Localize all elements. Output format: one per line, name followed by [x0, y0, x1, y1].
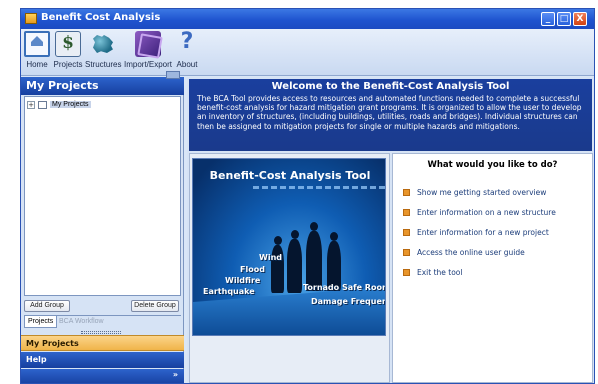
actions-panel: What would you like to do? Show me getti… — [392, 153, 593, 383]
app-window: Benefit Cost Analysis _ □ X Home Project… — [20, 8, 595, 384]
folder-icon — [38, 100, 47, 109]
delete-group-button[interactable]: Delete Group — [131, 300, 179, 312]
toolbar-structures-label: Structures — [85, 60, 122, 69]
left-pane-title: My Projects — [26, 79, 99, 92]
tab-bca-workflow[interactable]: BCA Workflow — [56, 316, 107, 328]
action-getting-started[interactable]: Show me getting started overview — [403, 186, 546, 198]
bullet-icon — [403, 248, 410, 256]
hazard-wind: Wind — [259, 253, 282, 262]
nav-my-projects[interactable]: My Projects — [21, 335, 184, 351]
action-user-guide[interactable]: Access the online user guide — [403, 246, 525, 258]
tree-expand-icon[interactable]: + — [27, 100, 35, 109]
splitter-grip[interactable] — [81, 331, 121, 334]
main-toolbar: Home Projects Structures Import/Export A… — [21, 29, 594, 76]
window-title: Benefit Cost Analysis — [41, 12, 161, 23]
nav-help[interactable]: Help — [21, 352, 184, 368]
toolbar-projects-label: Projects — [53, 60, 83, 69]
action-new-structure[interactable]: Enter information on a new structure — [403, 206, 556, 218]
projects-icon — [55, 31, 81, 57]
tab-projects[interactable]: Projects — [24, 316, 58, 328]
action-label[interactable]: Access the online user guide — [417, 248, 525, 257]
person-silhouette — [306, 222, 322, 291]
toolbar-about-button[interactable]: About — [174, 29, 200, 73]
tree-node-label[interactable]: My Projects — [50, 101, 91, 108]
toolbar-import-export-button[interactable]: Import/Export — [124, 31, 172, 73]
welcome-body: The BCA Tool provides access to resource… — [197, 94, 582, 131]
welcome-banner: Welcome to the Benefit-Cost Analysis Too… — [189, 79, 592, 151]
bullet-icon — [403, 188, 410, 196]
project-tree[interactable]: + My Projects — [24, 96, 181, 296]
action-label[interactable]: Enter information for a new project — [417, 228, 549, 237]
hazard-wildfire: Wildfire — [225, 276, 261, 285]
welcome-title: Welcome to the Benefit-Cost Analysis Too… — [271, 81, 510, 92]
hero-title: Benefit-Cost Analysis Tool — [209, 169, 371, 182]
home-icon — [24, 31, 50, 57]
close-icon: X — [576, 14, 584, 24]
bullet-icon — [403, 228, 410, 236]
toolbar-about-label: About — [176, 60, 198, 69]
pin-icon[interactable] — [166, 71, 180, 79]
action-label[interactable]: Show me getting started overview — [417, 188, 546, 197]
main-content: Welcome to the Benefit-Cost Analysis Too… — [187, 77, 594, 383]
title-bar[interactable]: Benefit Cost Analysis _ □ X — [21, 9, 594, 29]
action-exit-tool[interactable]: Exit the tool — [403, 266, 462, 278]
maximize-icon: □ — [559, 14, 569, 24]
toolbar-structures-button[interactable]: Structures — [85, 31, 121, 73]
hazard-flood: Flood — [240, 265, 265, 274]
close-button[interactable]: X — [573, 12, 587, 26]
person-silhouette — [287, 230, 302, 293]
tree-node-my-projects[interactable]: + My Projects — [27, 99, 91, 110]
left-pane: My Projects + My Projects Add Group Dele… — [21, 71, 184, 383]
nav-footer[interactable]: » — [21, 369, 184, 383]
hazard-damage-frequency: Damage Frequency — [311, 297, 385, 306]
hazard-tornado-safe-room: Tornado Safe Room — [303, 283, 386, 292]
left-pane-tabs: Projects BCA Workflow — [24, 315, 181, 328]
hero-panel: Benefit-Cost Analysis Tool Wind Flood Wi… — [189, 153, 390, 383]
import-export-icon — [135, 31, 161, 57]
hero-image: Benefit-Cost Analysis Tool Wind Flood Wi… — [192, 158, 386, 336]
minimize-icon: _ — [545, 14, 551, 24]
add-group-button[interactable]: Add Group — [24, 300, 70, 312]
toolbar-projects-button[interactable]: Projects — [53, 31, 83, 73]
actions-title: What would you like to do? — [427, 160, 558, 170]
maximize-button[interactable]: □ — [557, 12, 571, 26]
minimize-button[interactable]: _ — [541, 12, 555, 26]
action-label[interactable]: Enter information on a new structure — [417, 208, 556, 217]
chevron-right-icon: » — [172, 370, 178, 379]
structures-icon — [90, 31, 116, 57]
bullet-icon — [403, 208, 410, 216]
action-new-project[interactable]: Enter information for a new project — [403, 226, 549, 238]
toolbar-home-button[interactable]: Home — [24, 31, 50, 73]
toolbar-import-export-label: Import/Export — [124, 60, 173, 69]
hazard-earthquake: Earthquake — [203, 287, 255, 296]
left-pane-header: My Projects — [21, 77, 184, 95]
app-icon — [25, 13, 37, 24]
toolbar-home-label: Home — [26, 60, 48, 69]
about-icon — [174, 29, 200, 57]
action-label[interactable]: Exit the tool — [417, 268, 462, 277]
bullet-icon — [403, 268, 410, 276]
hero-stripe — [253, 186, 385, 189]
